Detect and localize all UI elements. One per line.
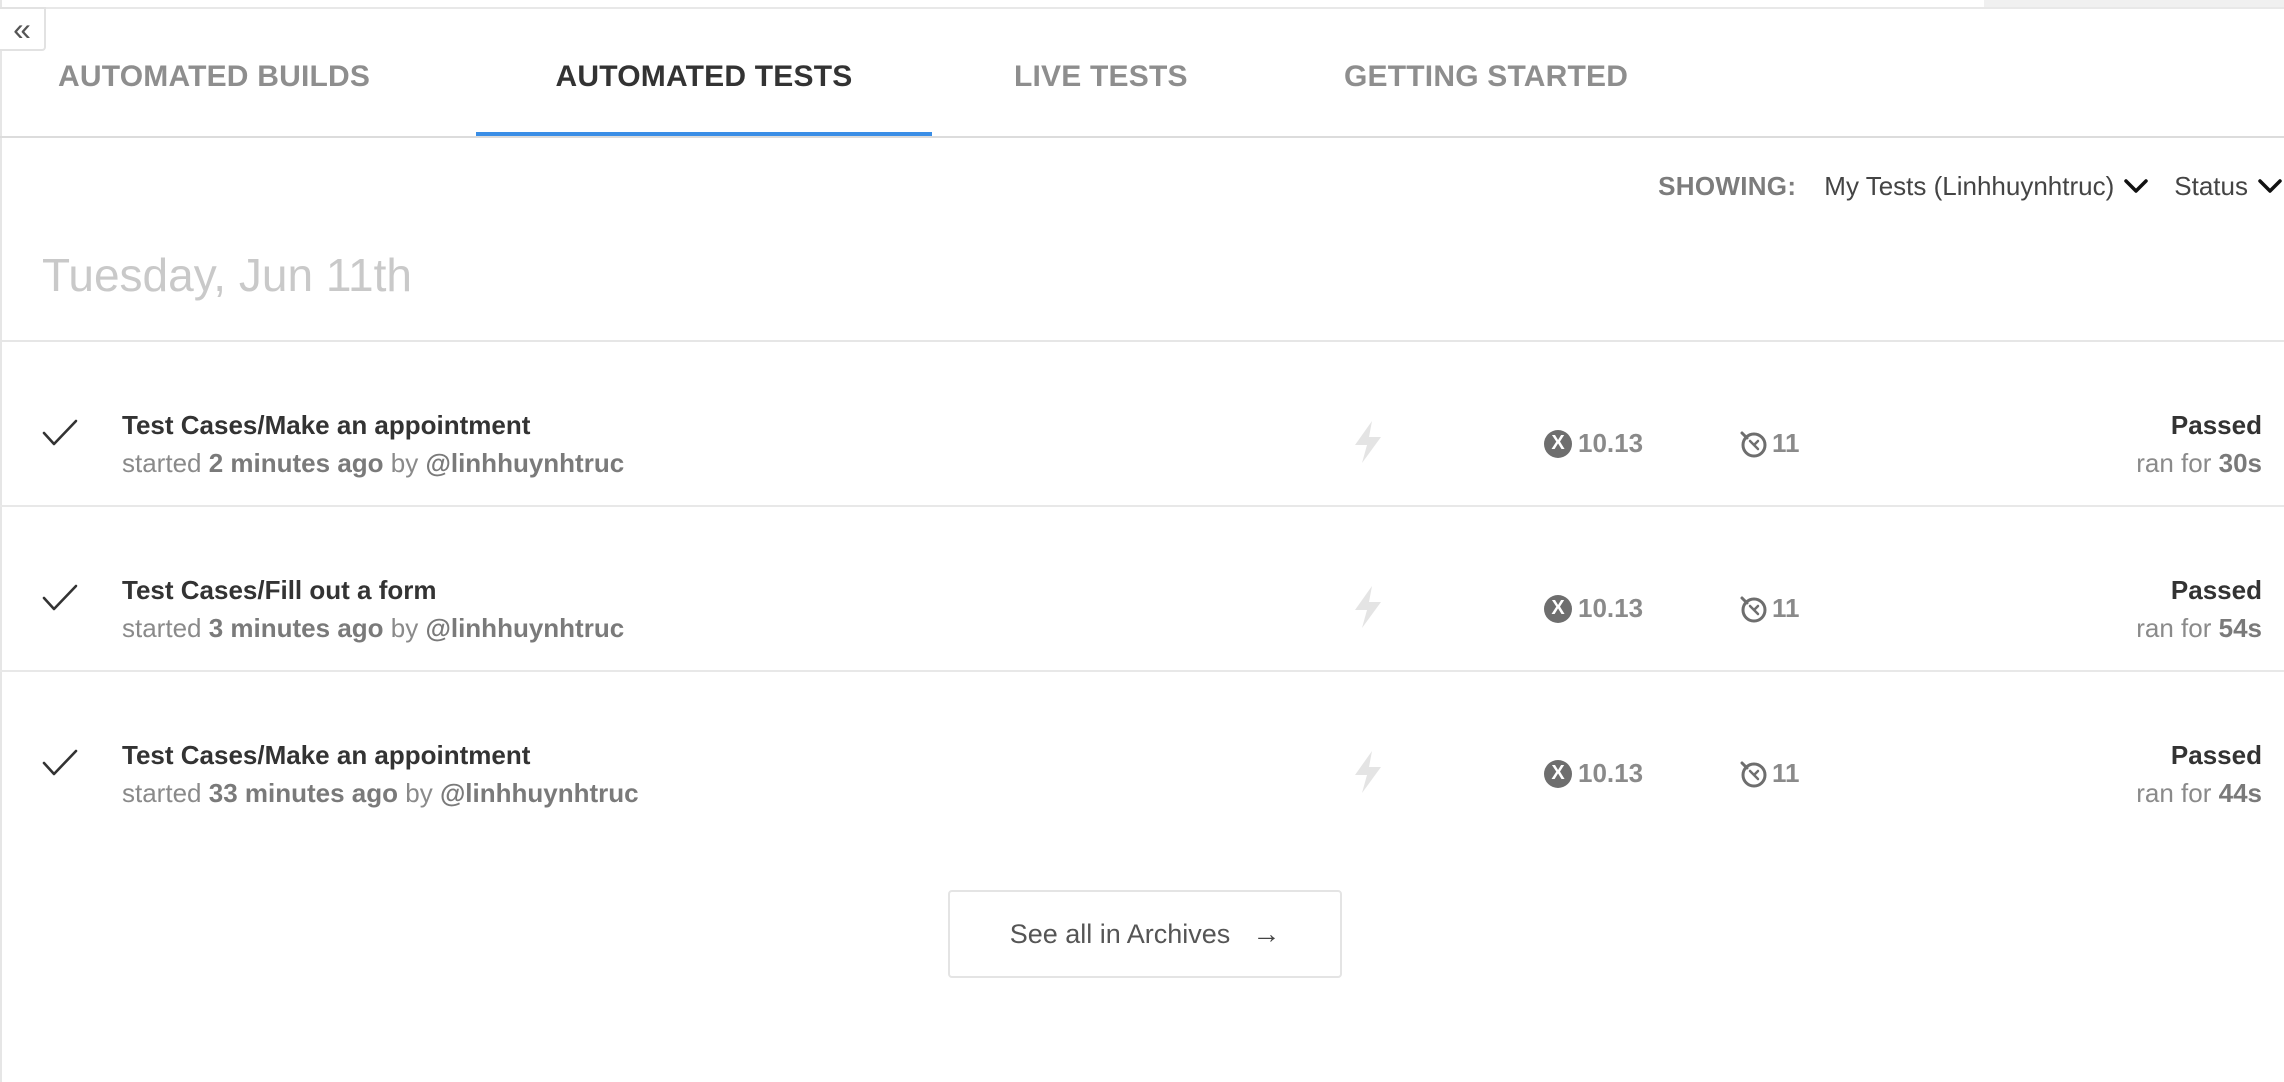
started-time: 2 minutes ago xyxy=(208,448,384,478)
safari-compass-icon xyxy=(1740,431,1767,457)
macos-x-icon: X xyxy=(1544,594,1572,623)
test-meta: started 2 minutes ago by @linhhuynhtruc xyxy=(122,448,625,478)
test-duration: ran for 44s xyxy=(2136,778,2262,808)
browser-version: 11 xyxy=(1772,758,1800,788)
date-heading: Tuesday, Jun 11th xyxy=(42,249,412,301)
test-duration: ran for 54s xyxy=(2136,613,2262,643)
os-info: X 10.13 xyxy=(1544,428,1643,459)
see-all-archives-button[interactable]: See all in Archives → xyxy=(948,890,1342,978)
tab-automated-tests[interactable]: AUTOMATED TESTS xyxy=(476,42,932,136)
tab-live-tests[interactable]: LIVE TESTS xyxy=(1014,42,1254,136)
user-handle: @linhhuynhtruc xyxy=(439,778,639,808)
os-version: 10.13 xyxy=(1578,428,1644,458)
os-version: 10.13 xyxy=(1578,758,1644,788)
status-filter-value: Status xyxy=(2174,170,2248,201)
tab-bar: AUTOMATED BUILDS AUTOMATED TESTS LIVE TE… xyxy=(0,42,2284,138)
tab-getting-started[interactable]: GETTING STARTED xyxy=(1344,42,1684,136)
check-icon xyxy=(42,419,78,446)
status-badge: Passed xyxy=(2170,410,2262,440)
chevron-down-icon xyxy=(2124,179,2149,193)
browser-info: 11 xyxy=(1738,593,1800,624)
safari-compass-icon xyxy=(1740,596,1767,622)
started-time: 33 minutes ago xyxy=(208,778,399,808)
browser-info: 11 xyxy=(1738,428,1800,459)
test-list: Test Cases/Make an appointment started 2… xyxy=(0,340,2284,837)
status-badge: Passed xyxy=(2170,740,2262,770)
arrow-right-icon: → xyxy=(1252,918,1281,949)
os-info: X 10.13 xyxy=(1544,758,1643,789)
test-name[interactable]: Test Cases/Make an appointment xyxy=(122,740,530,771)
lightning-icon xyxy=(1355,751,1381,793)
test-name[interactable]: Test Cases/Make an appointment xyxy=(122,410,530,441)
tab-automated-builds[interactable]: AUTOMATED BUILDS xyxy=(58,42,478,136)
top-bar xyxy=(0,0,2284,9)
user-handle: @linhhuynhtruc xyxy=(425,448,625,478)
user-filter-value: My Tests (Linhhuynhtruc) xyxy=(1824,170,2115,201)
browser-version: 11 xyxy=(1772,593,1800,623)
test-row[interactable]: Test Cases/Fill out a form started 3 min… xyxy=(0,507,2284,672)
user-handle: @linhhuynhtruc xyxy=(425,613,625,643)
chevron-down-icon xyxy=(2258,179,2282,193)
test-duration: ran for 30s xyxy=(2136,448,2262,478)
check-icon xyxy=(42,584,78,611)
filter-bar: SHOWING: My Tests (Linhhuynhtruc) Status xyxy=(1658,166,2284,206)
status-badge: Passed xyxy=(2170,575,2262,605)
archive-button-label: See all in Archives xyxy=(1009,918,1231,949)
test-meta: started 3 minutes ago by @linhhuynhtruc xyxy=(122,613,625,643)
showing-label: SHOWING: xyxy=(1658,170,1797,201)
lightning-icon xyxy=(1355,586,1381,628)
top-bar-scroll-area xyxy=(1984,0,2284,7)
test-row[interactable]: Test Cases/Make an appointment started 3… xyxy=(0,672,2284,837)
test-row[interactable]: Test Cases/Make an appointment started 2… xyxy=(0,342,2284,507)
os-info: X 10.13 xyxy=(1544,593,1643,624)
safari-compass-icon xyxy=(1740,761,1767,787)
macos-x-icon: X xyxy=(1544,759,1572,788)
user-filter-dropdown[interactable]: My Tests (Linhhuynhtruc) xyxy=(1824,170,2149,202)
os-version: 10.13 xyxy=(1578,593,1644,623)
macos-x-icon: X xyxy=(1544,429,1572,458)
test-name[interactable]: Test Cases/Fill out a form xyxy=(122,575,436,606)
browser-info: 11 xyxy=(1738,758,1800,789)
lightning-icon xyxy=(1355,421,1381,463)
status-filter-dropdown[interactable]: Status xyxy=(2174,171,2282,202)
browser-version: 11 xyxy=(1772,428,1800,458)
test-meta: started 33 minutes ago by @linhhuynhtruc xyxy=(122,778,639,808)
check-icon xyxy=(42,749,78,776)
started-time: 3 minutes ago xyxy=(208,613,384,643)
